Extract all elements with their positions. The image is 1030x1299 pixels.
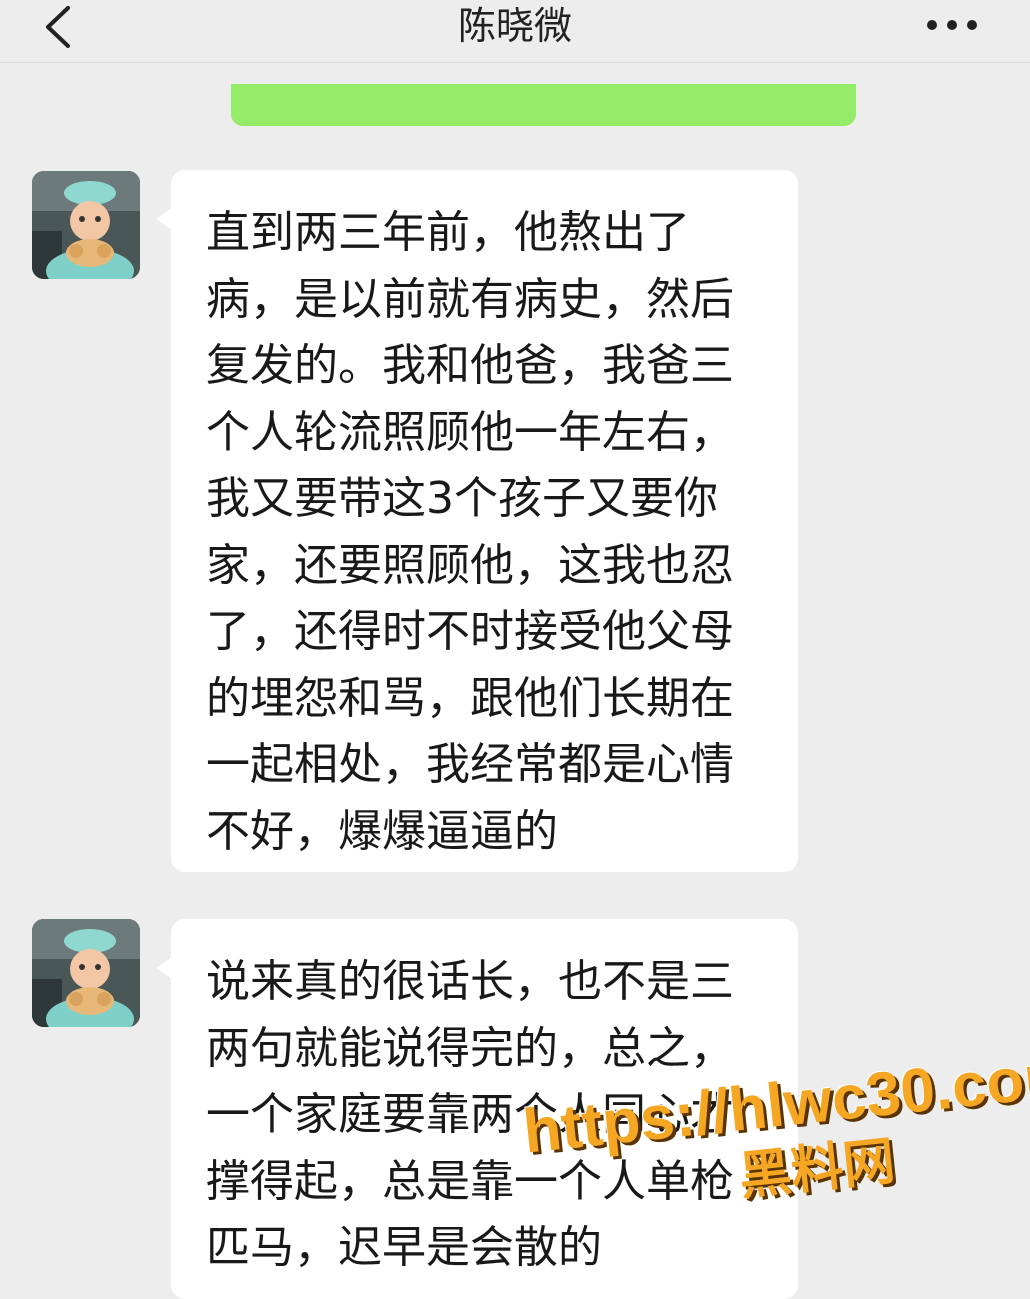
contact-avatar[interactable] xyxy=(32,919,140,1027)
message-text: 直到两三年前，他熬出了 病，是以前就有病史，然后 复发的。我和他爸，我爸三 个人… xyxy=(206,207,734,857)
chat-title: 陈晓微 xyxy=(457,4,572,48)
avatar-image xyxy=(32,171,140,279)
avatar-image xyxy=(32,919,140,1027)
contact-avatar[interactable] xyxy=(32,171,140,279)
chat-header: 陈晓微 xyxy=(0,0,1030,63)
more-dots-icon[interactable] xyxy=(922,8,982,42)
sent-message-bubble-partial[interactable] xyxy=(231,84,856,126)
received-message-bubble[interactable]: 直到两三年前，他熬出了 病，是以前就有病史，然后 复发的。我和他爸，我爸三 个人… xyxy=(156,170,798,872)
